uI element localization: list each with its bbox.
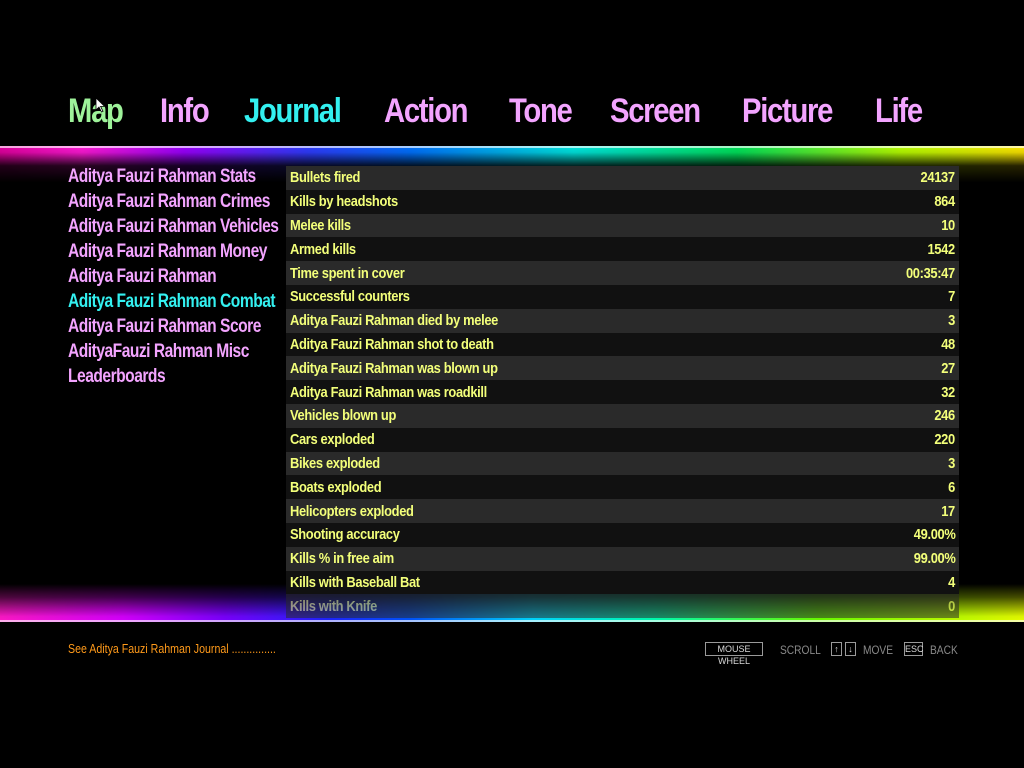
move-hint-label: MOVE xyxy=(863,643,894,657)
menu-item-money[interactable]: Aditya Fauzi Rahman Money xyxy=(68,239,267,264)
stat-label: Aditya Fauzi Rahman was roadkill xyxy=(290,383,487,401)
stat-row: Kills % in free aim 99.00% xyxy=(286,546,959,571)
stat-value: 99.00% xyxy=(913,550,955,568)
esc-key: ESC xyxy=(904,642,924,656)
stat-label: Successful counters xyxy=(290,288,410,306)
stat-label: Armed kills xyxy=(290,240,356,258)
menu-item-combat[interactable]: Aditya Fauzi Rahman Combat xyxy=(68,289,276,314)
stat-row: Successful counters 7 xyxy=(286,284,959,309)
stat-value: 220 xyxy=(934,431,956,449)
menu-item-leaderboards[interactable]: Leaderboards xyxy=(68,364,244,389)
stat-label: Kills by headshots xyxy=(290,193,398,211)
stat-value: 864 xyxy=(934,193,956,211)
tab-tone[interactable]: Tone xyxy=(509,92,580,131)
top-tab-bar: Map Info Journal Action Tone Screen Pict… xyxy=(68,88,927,134)
stat-value: 0 xyxy=(948,597,955,615)
stat-row: Kills with Knife 0 xyxy=(286,594,959,618)
tab-journal[interactable]: Journal xyxy=(244,92,354,131)
stat-row: Aditya Fauzi Rahman shot to death 48 xyxy=(286,332,959,357)
tab-tone-label: Tone xyxy=(508,91,573,130)
stat-row: Melee kills 10 xyxy=(286,213,959,238)
tab-info-label: Info xyxy=(159,91,210,130)
stat-row: Aditya Fauzi Rahman was roadkill 32 xyxy=(286,380,959,404)
stat-row: Helicopters exploded 17 xyxy=(286,499,959,523)
stat-value: 7 xyxy=(948,288,955,306)
stat-label: Aditya Fauzi Rahman died by melee xyxy=(290,312,499,330)
stat-label: Cars exploded xyxy=(290,431,375,449)
stat-value: 10 xyxy=(941,216,955,234)
tab-screen[interactable]: Screen xyxy=(610,92,712,131)
stat-row: Time spent in cover 00:35:47 xyxy=(286,261,959,285)
combat-stats-list[interactable]: Bullets fired 24137 Kills by headshots 864… xyxy=(286,166,959,618)
stat-row: Aditya Fauzi Rahman was blown up 27 xyxy=(286,356,959,381)
arrow-up-key-icon: ↑ xyxy=(831,642,842,656)
stat-row: Armed kills 1542 xyxy=(286,237,959,262)
stat-label: Helicopters exploded xyxy=(290,502,414,520)
tab-life[interactable]: Life xyxy=(875,92,927,131)
stat-label: Aditya Fauzi Rahman shot to death xyxy=(290,335,494,353)
menu-item-score[interactable]: Aditya Fauzi Rahman Score xyxy=(68,314,261,339)
arrow-down-key-icon: ↓ xyxy=(845,642,856,656)
journal-category-menu: Aditya Fauzi Rahman Stats Aditya Fauzi R… xyxy=(68,164,283,389)
stat-row: Shooting accuracy 49.00% xyxy=(286,522,959,547)
stat-value: 00:35:47 xyxy=(906,264,955,282)
stat-value: 24137 xyxy=(920,169,955,187)
menu-item-crimes[interactable]: Aditya Fauzi Rahman Crimes xyxy=(68,189,270,214)
stat-label: Time spent in cover xyxy=(290,264,405,282)
stat-value: 246 xyxy=(934,407,956,425)
stat-value: 32 xyxy=(941,383,955,401)
stat-label: Melee kills xyxy=(290,216,351,234)
tab-screen-label: Screen xyxy=(609,91,701,130)
tab-journal-label: Journal xyxy=(243,91,342,130)
stat-row: Kills with Baseball Bat 4 xyxy=(286,570,959,595)
stat-row: Boats exploded 6 xyxy=(286,475,959,500)
see-journal-link[interactable]: See Aditya Fauzi Rahman Journal ........… xyxy=(68,642,276,656)
tab-action[interactable]: Action xyxy=(384,92,479,131)
stat-value: 4 xyxy=(948,573,955,591)
tab-info[interactable]: Info xyxy=(160,92,214,131)
stat-row: Vehicles blown up 246 xyxy=(286,403,959,428)
menu-item-stats[interactable]: Aditya Fauzi Rahman Stats xyxy=(68,164,256,189)
stat-value: 6 xyxy=(948,478,955,496)
stat-label: Shooting accuracy xyxy=(290,526,400,544)
stat-value: 3 xyxy=(948,454,955,472)
stat-value: 27 xyxy=(941,359,955,377)
stat-label: Kills % in free aim xyxy=(290,550,394,568)
mouse-wheel-key: MOUSE WHEEL xyxy=(705,642,763,666)
stat-label: Aditya Fauzi Rahman was blown up xyxy=(290,359,498,377)
stat-value: 49.00% xyxy=(913,526,955,544)
stat-value: 3 xyxy=(948,312,955,330)
stat-row: Bikes exploded 3 xyxy=(286,451,959,476)
scroll-hint-label: SCROLL xyxy=(780,643,821,657)
stat-row: Kills by headshots 864 xyxy=(286,189,959,214)
menu-item-vehicles[interactable]: Aditya Fauzi Rahman Vehicles xyxy=(68,214,279,239)
stat-label: Boats exploded xyxy=(290,478,382,496)
stat-row: Aditya Fauzi Rahman died by melee 3 xyxy=(286,308,959,333)
stat-label: Kills with Knife xyxy=(290,597,377,615)
menu-item-misc[interactable]: AdityaFauzi Rahman Misc xyxy=(68,339,249,364)
stat-label: Bikes exploded xyxy=(290,454,380,472)
tab-action-label: Action xyxy=(384,91,469,130)
back-hint-label[interactable]: BACK xyxy=(930,643,958,657)
stat-label: Vehicles blown up xyxy=(290,407,396,425)
stat-row: Cars exploded 220 xyxy=(286,427,959,452)
menu-item-general[interactable]: Aditya Fauzi Rahman xyxy=(68,264,244,289)
stat-value: 1542 xyxy=(927,240,956,258)
tab-life-label: Life xyxy=(874,91,923,130)
stat-label: Bullets fired xyxy=(290,169,361,187)
stat-value: 48 xyxy=(941,335,955,353)
control-hints: MOUSE WHEEL SCROLL ↑ ↓ MOVE ESC BACK xyxy=(705,641,958,666)
stat-label: Kills with Baseball Bat xyxy=(290,573,420,591)
stat-row: Bullets fired 24137 xyxy=(286,166,959,190)
mouse-pointer-icon xyxy=(95,97,105,113)
stat-value: 17 xyxy=(941,502,955,520)
tab-picture-label: Picture xyxy=(742,91,833,130)
tab-picture[interactable]: Picture xyxy=(742,92,845,131)
